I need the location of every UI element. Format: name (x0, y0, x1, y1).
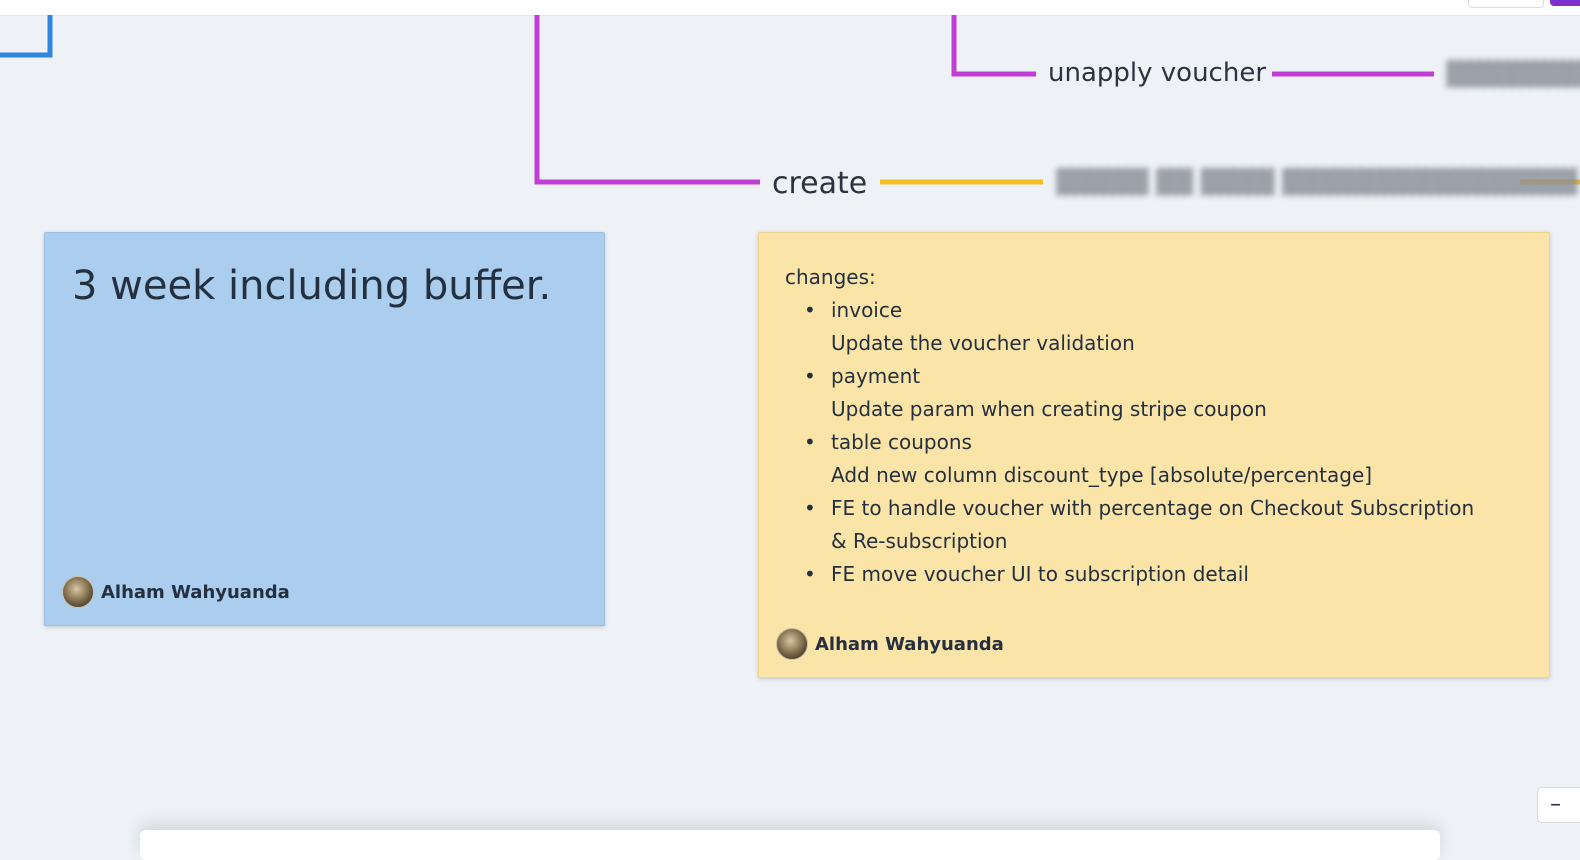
list-item-title: invoice (831, 298, 903, 322)
list-item-title: FE to handle voucher with percentage on … (831, 496, 1475, 520)
list-item: • FE to handle voucher with percentage o… (804, 492, 1529, 558)
node-unapply-voucher[interactable]: unapply voucher (1048, 58, 1266, 88)
bullet-icon: • (804, 430, 816, 454)
author-name: Alham Wahyuanda (101, 581, 290, 603)
bullet-icon: • (804, 562, 816, 586)
changes-list: • invoice Update the voucher validation … (785, 294, 1529, 591)
sticky-note-yellow[interactable]: changes: • invoice Update the voucher va… (758, 232, 1550, 678)
list-item-title: table coupons (831, 430, 972, 454)
bullet-icon: • (804, 298, 816, 322)
list-item: • table coupons Add new column discount_… (804, 426, 1529, 492)
list-item-title: payment (831, 364, 921, 388)
sticky-note-text: 3 week including buffer. (72, 263, 552, 309)
avatar (62, 576, 94, 608)
avatar (776, 628, 808, 660)
bottom-panel-edge (140, 830, 1440, 860)
list-item-detail: Update the voucher validation (831, 331, 1135, 355)
list-item: • payment Update param when creating str… (804, 360, 1529, 426)
bullet-icon: • (804, 364, 816, 388)
sticky-note-author: Alham Wahyuanda (62, 576, 290, 608)
sticky-note-content: changes: • invoice Update the voucher va… (785, 261, 1529, 591)
redacted-node-text: ▓▓▓▓▓ ▓▓ ▓▓▓▓ ▓▓▓▓▓▓▓▓▓▓▓▓▓▓▓▓ (1056, 168, 1578, 196)
purple-connector-create (534, 15, 760, 185)
sticky-note-author: Alham Wahyuanda (776, 628, 1004, 660)
sticky-note-blue[interactable]: 3 week including buffer. Alham Wahyuanda (44, 232, 605, 626)
list-item-detail: & Re-subscription (831, 529, 1008, 553)
author-name: Alham Wahyuanda (815, 633, 1004, 655)
bullet-icon: • (804, 496, 816, 520)
purple-connector-unapply (951, 15, 1036, 77)
node-create[interactable]: create (772, 166, 867, 201)
redacted-node-text: ▓▓▓▓▓▓▓▓ (1446, 60, 1580, 88)
list-item: • FE move voucher UI to subscription det… (804, 558, 1529, 591)
list-item: • invoice Update the voucher validation (804, 294, 1529, 360)
zoom-out-button[interactable]: – (1537, 787, 1580, 823)
list-item-detail: Update param when creating stripe coupon (831, 397, 1267, 421)
list-item-detail: Add new column discount_type [absolute/p… (831, 463, 1373, 487)
list-item-title: FE move voucher UI to subscription detai… (831, 562, 1249, 586)
changes-heading: changes: (785, 265, 876, 289)
blue-connector (0, 15, 53, 58)
